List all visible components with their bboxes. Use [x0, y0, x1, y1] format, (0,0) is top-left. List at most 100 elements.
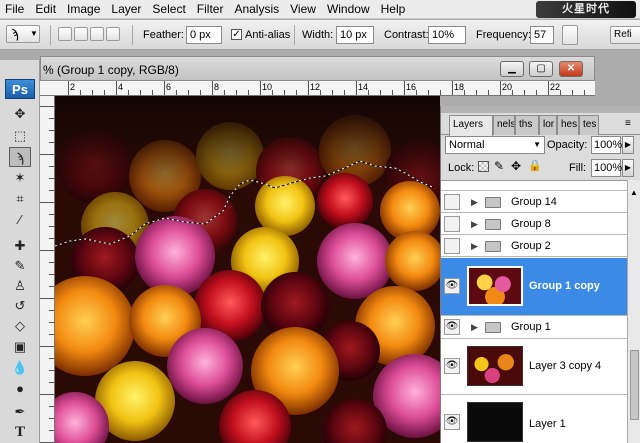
layer-row-partial[interactable] [441, 181, 627, 191]
maximize-button[interactable]: ▢ [529, 61, 553, 77]
scroll-up-arrow-icon[interactable]: ▲ [630, 188, 638, 197]
lasso-tool-icon[interactable]: ϡ [9, 147, 31, 167]
blur-tool-icon[interactable]: 💧 [9, 358, 31, 378]
layer-name: Group 14 [511, 196, 557, 208]
ruler-tick [248, 90, 249, 95]
document-canvas[interactable] [55, 96, 440, 443]
ruler-tick [116, 81, 117, 95]
ruler-tick [332, 90, 333, 95]
contrast-input[interactable]: 10% [428, 26, 466, 44]
menu-window[interactable]: Window [322, 0, 376, 19]
menu-analysis[interactable]: Analysis [229, 0, 285, 19]
eye-icon[interactable]: 👁 [444, 414, 460, 430]
crop-tool-icon[interactable]: ⌗ [9, 189, 31, 209]
add-to-selection-button[interactable] [74, 27, 88, 41]
visibility-toggle-empty[interactable] [444, 194, 460, 210]
tab-styles[interactable]: tes [579, 115, 599, 135]
tab-layers[interactable]: Layers × [449, 115, 493, 136]
ruler-tick [49, 358, 54, 359]
history-brush-icon[interactable]: ↺ [9, 296, 31, 316]
fill-slider-button[interactable]: ▶ [622, 159, 634, 177]
tool-preset-picker[interactable]: ϡ ▼ [6, 25, 40, 43]
ruler-tick [164, 81, 165, 95]
eraser-tool-icon[interactable]: ◇ [9, 316, 31, 336]
layer-row-group-14[interactable]: ▶ Group 14 [441, 192, 627, 213]
visibility-toggle-empty[interactable] [444, 238, 460, 254]
feather-input[interactable]: 0 px [186, 26, 222, 44]
eye-icon[interactable]: 👁 [444, 358, 460, 374]
document-window-titlebar[interactable]: % (Group 1 copy, RGB/8) ▁ ▢ ✕ [40, 56, 595, 81]
width-input[interactable]: 10 px [336, 26, 374, 44]
marquee-tool-icon[interactable]: ⬚ [9, 126, 31, 146]
eye-icon[interactable]: 👁 [444, 278, 460, 294]
menu-layer[interactable]: Layer [106, 0, 147, 19]
menu-select[interactable]: Select [147, 0, 191, 19]
lock-pixels-icon[interactable]: ✎ [494, 159, 504, 173]
antialias-checkbox[interactable]: ✓ [231, 29, 242, 40]
close-button[interactable]: ✕ [559, 61, 583, 77]
ruler-tick [224, 90, 225, 95]
magic-wand-icon[interactable]: ✶ [9, 168, 31, 188]
tablet-pressure-button[interactable] [562, 25, 578, 45]
refine-edge-button[interactable]: Refi [610, 26, 640, 44]
opacity-slider-button[interactable]: ▶ [622, 136, 634, 154]
layer-row-layer-1[interactable]: 👁 Layer 1 [441, 396, 627, 443]
layer-row-group-1-copy[interactable]: 👁 Group 1 copy [441, 258, 627, 316]
layer-row-group-1[interactable]: 👁 ▶ Group 1 [441, 317, 627, 339]
type-tool-icon[interactable]: T [9, 422, 31, 442]
layer-row-layer-3-copy-4[interactable]: 👁 Layer 3 copy 4 [441, 340, 627, 395]
subtract-from-selection-button[interactable] [90, 27, 104, 41]
menu-filter[interactable]: Filter [192, 0, 230, 19]
brush-tool-icon[interactable]: ✎ [9, 256, 31, 276]
layer-row-group-2[interactable]: ▶ Group 2 [441, 236, 627, 257]
gradient-tool-icon[interactable]: ▣ [9, 337, 31, 357]
lock-transparency-icon[interactable] [478, 161, 489, 172]
ruler-tick [49, 142, 54, 143]
tab-paths[interactable]: ths [515, 115, 539, 135]
eyedropper-icon[interactable]: ⁄ [9, 210, 31, 230]
minimize-button[interactable]: ▁ [500, 61, 524, 77]
menu-file[interactable]: File [0, 0, 30, 19]
folder-icon [485, 241, 501, 252]
expand-triangle-icon[interactable]: ▶ [471, 241, 478, 252]
clone-stamp-icon[interactable]: ♙ [9, 276, 31, 296]
expand-triangle-icon[interactable]: ▶ [471, 197, 478, 208]
panel-grip[interactable] [441, 106, 640, 113]
scrollbar-thumb[interactable] [630, 350, 639, 420]
blend-mode-select[interactable]: Normal ▼ [445, 136, 545, 154]
expand-triangle-icon[interactable]: ▶ [471, 219, 478, 230]
visibility-toggle-empty[interactable] [444, 216, 460, 232]
move-tool-icon[interactable]: ✥ [9, 104, 31, 124]
opacity-input[interactable]: 100% [591, 136, 622, 154]
frequency-input[interactable]: 57 [530, 26, 554, 44]
fill-input[interactable]: 100% [591, 159, 622, 177]
expand-triangle-icon[interactable]: ▶ [471, 322, 478, 333]
menu-view[interactable]: View [285, 0, 322, 19]
menu-image[interactable]: Image [62, 0, 106, 19]
document-title: % (Group 1 copy, RGB/8) [43, 63, 179, 77]
menu-help[interactable]: Help [376, 0, 412, 19]
layer-list-scrollbar[interactable]: ▲ [627, 180, 640, 443]
eye-icon[interactable]: 👁 [444, 319, 460, 335]
ruler-tick [260, 81, 261, 95]
ruler-tick [476, 90, 477, 95]
healing-brush-icon[interactable]: ✚ [9, 236, 31, 256]
new-selection-button[interactable] [58, 27, 72, 41]
intersect-selection-button[interactable] [106, 27, 120, 41]
ruler-number: 12 [310, 82, 321, 92]
menu-edit[interactable]: Edit [30, 0, 62, 19]
pen-tool-icon[interactable]: ✒ [9, 402, 31, 422]
layer-name: Group 8 [511, 218, 551, 230]
panel-menu-icon[interactable]: ≡ [625, 118, 631, 129]
ruler-tick [320, 90, 321, 95]
ruler-tick [49, 118, 54, 119]
tab-swatches[interactable]: hes [557, 115, 579, 135]
dodge-tool-icon[interactable]: ● [9, 379, 31, 399]
toolbox-grip[interactable] [0, 52, 40, 60]
lock-all-icon[interactable]: 🔒 [528, 159, 542, 172]
ps-logo: Ps [5, 79, 35, 99]
lock-position-icon[interactable]: ✥ [511, 159, 521, 173]
tab-channels[interactable]: nels [493, 115, 515, 135]
layer-row-group-8[interactable]: ▶ Group 8 [441, 214, 627, 235]
tab-color[interactable]: lor [539, 115, 557, 135]
